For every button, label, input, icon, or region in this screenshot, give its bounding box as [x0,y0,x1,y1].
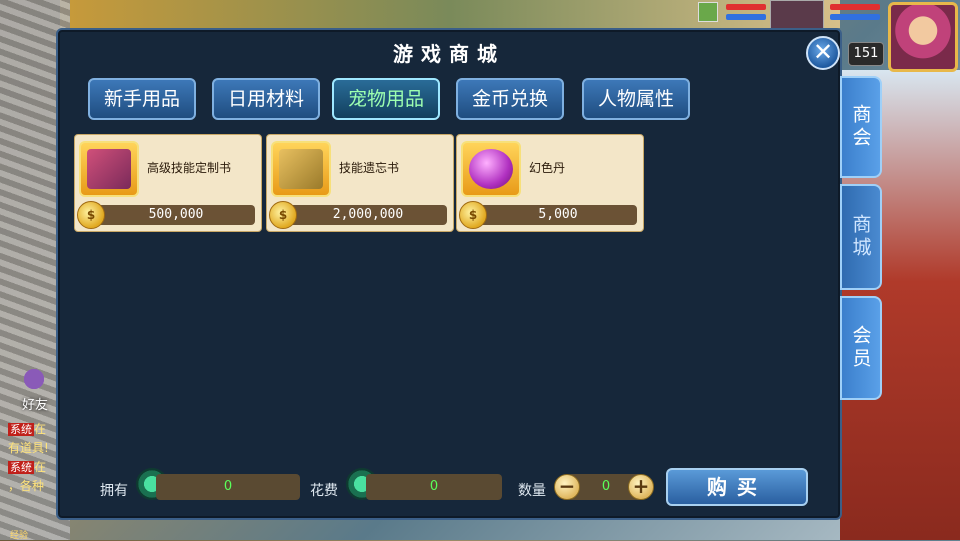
buy-button[interactable]: 购买 [666,468,808,506]
player-hp-bar [830,4,880,10]
tab-daily-materials[interactable]: 日用材料 [212,78,320,120]
side-tab-label: 会员 [849,325,872,371]
friend-icon[interactable] [14,364,54,394]
item-name: 高级技能定制书 [147,161,232,175]
side-tab-mall[interactable]: 商城 [840,184,882,290]
decrease-quantity-button[interactable]: − [554,474,580,500]
chat-text: 在 [34,460,47,474]
exp-label: 经验 [10,531,29,541]
system-tag: 系统 [8,423,34,436]
friend-label[interactable]: 好友 [22,394,48,413]
shop-item-card[interactable]: 技能遗忘书 2,000,000 $ [266,134,454,232]
chat-text: 在 [34,422,47,436]
close-button[interactable]: ✕ [806,36,840,70]
tab-newbie-items[interactable]: 新手用品 [88,78,196,120]
coin-icon: $ [269,201,297,229]
cost-value: 0 [366,474,502,500]
coin-icon: $ [459,201,487,229]
side-tab-guild[interactable]: 商会 [840,76,882,178]
owned-value: 0 [156,474,300,500]
increase-quantity-button[interactable]: + [628,474,654,500]
shop-item-card[interactable]: 幻色丹 5,000 $ [456,134,644,232]
side-tab-vip[interactable]: 会员 [840,296,882,400]
tab-character-attributes[interactable]: 人物属性 [582,78,690,120]
player-level: 151 [848,42,884,66]
purple-pill-icon [461,141,521,197]
system-tag: 系统 [8,461,34,474]
plus-icon: + [632,474,650,498]
coin-icon: $ [77,201,105,229]
player-avatar[interactable] [888,2,958,72]
skill-book-icon [79,141,139,197]
item-price: 500,000 [97,205,255,225]
item-price: 5,000 [479,205,637,225]
item-name: 技能遗忘书 [339,161,400,175]
owned-label: 拥有 [100,483,128,499]
side-tab-label: 商会 [849,104,872,150]
chat-text: ，各种 [8,479,45,493]
item-name: 幻色丹 [529,161,566,175]
side-tab-label: 商城 [849,214,872,260]
tab-pet-items[interactable]: 宠物用品 [332,78,440,120]
shop-item-card[interactable]: 高级技能定制书 500,000 $ [74,134,262,232]
close-icon: ✕ [812,38,834,66]
player-mp-bar [830,14,880,20]
item-price: 2,000,000 [289,205,447,225]
quantity-label: 数量 [518,483,546,499]
shop-title: 游戏商城 [393,42,505,66]
minus-icon: − [558,474,576,498]
tab-gold-exchange[interactable]: 金币兑换 [456,78,564,120]
chat-text: 有道具! [8,441,49,455]
forget-book-icon [271,141,331,197]
cost-label: 花费 [310,483,338,499]
